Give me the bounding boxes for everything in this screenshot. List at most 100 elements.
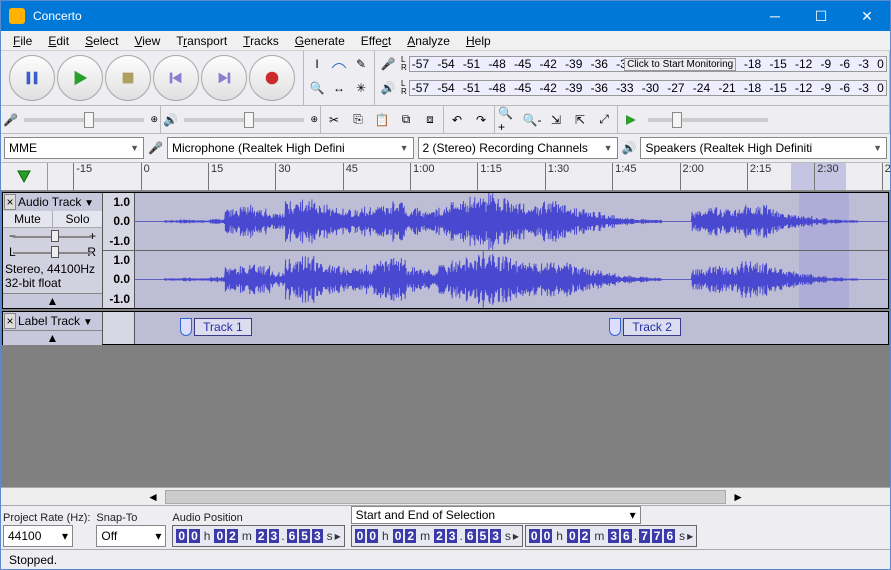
timeline-playhead-icon[interactable] (1, 163, 47, 190)
speaker-icon[interactable]: 🔊 (377, 77, 399, 99)
multi-tool-icon[interactable]: ✳ (350, 77, 372, 99)
silence-icon[interactable]: ⧈ (419, 109, 441, 131)
snap-label: Snap-To (96, 512, 166, 524)
speaker-icon: 🔊 (163, 113, 178, 127)
track-name-dropdown[interactable]: Audio Track ▼ (18, 195, 101, 209)
envelope-tool-icon[interactable] (328, 53, 350, 75)
zoom-in-icon[interactable]: 🔍+ (497, 109, 519, 131)
pause-button[interactable] (9, 55, 55, 101)
maximize-button[interactable]: ☐ (798, 1, 844, 31)
mixer-play-slider: 🔊 ⊕ (161, 106, 321, 133)
selection-bar: Project Rate (Hz): 44100▾ Snap-To Off▾ A… (1, 505, 890, 549)
menu-effect[interactable]: Effect (353, 32, 399, 50)
status-bar: Stopped. (1, 549, 890, 569)
window-title: Concerto (33, 9, 752, 23)
menu-tracks[interactable]: Tracks (235, 32, 287, 50)
meter-lr-label: LR (401, 56, 407, 72)
play-meter[interactable]: -57-54-51-48-45-42-39-36-33-30-27-24-21-… (409, 80, 887, 96)
redo-icon[interactable]: ↷ (470, 109, 492, 131)
zoom-toggle-icon[interactable]: ⤢ (593, 109, 615, 131)
audio-position-box[interactable]: 00 h 02 m 23.653 s▸ (172, 525, 344, 547)
skip-end-button[interactable] (201, 55, 247, 101)
snap-combo[interactable]: Off▾ (96, 525, 166, 547)
track-name-dropdown[interactable]: Label Track ▼ (18, 314, 101, 328)
output-device-combo[interactable]: Speakers (Realtek High Definiti▼ (640, 137, 887, 159)
menu-generate[interactable]: Generate (287, 32, 353, 50)
meter-start-hint[interactable]: Click to Start Monitoring (624, 58, 736, 71)
timeline[interactable]: -1501530451:001:151:301:452:002:152:302:… (1, 163, 890, 191)
vertical-scale: 1.00.0-1.0 (103, 251, 135, 308)
play-button[interactable] (57, 55, 103, 101)
selection-start-box[interactable]: 00 h 02 m 23.653 s▸ (351, 525, 523, 547)
record-meter[interactable]: -57-54-51-48-45-42-39-36-33-30-27-24-21-… (409, 56, 887, 72)
close-button[interactable]: ✕ (844, 1, 890, 31)
timeline-ruler[interactable]: -1501530451:001:151:301:452:002:152:302:… (47, 163, 890, 190)
play-vol-slider[interactable] (184, 118, 305, 122)
selection-end-box[interactable]: 00 h 02 m 36.776 s▸ (525, 525, 697, 547)
horizontal-scrollbar[interactable]: ◄► (1, 487, 890, 505)
label-marker[interactable]: Track 1 (180, 318, 252, 336)
record-meter-toolbar: 🎤 LR -57-54-51-48-45-42-39-36-33-30-27-2… (375, 51, 890, 105)
track-collapse-button[interactable]: ▲ (3, 330, 102, 345)
menu-analyze[interactable]: Analyze (399, 32, 458, 50)
mic-icon: 🎤 (148, 141, 163, 155)
channels-combo[interactable]: 2 (Stereo) Recording Channels▼ (418, 137, 618, 159)
track-close-button[interactable]: × (4, 194, 16, 210)
wave-right-channel[interactable]: 1.00.0-1.0 (103, 251, 888, 308)
menu-select[interactable]: Select (77, 32, 126, 50)
toolbar-row-2: 🎤 ⊕ 🔊 ⊕ ✂ ⎘ 📋 ⧉ ⧈ ↶ ↷ 🔍+ 🔍- ⇲ ⇱ ⤢ (1, 106, 890, 134)
label-track-panel: ×Label Track ▼ ▲ (3, 312, 103, 344)
menu-view[interactable]: View (126, 32, 168, 50)
meter-lr-label: LR (401, 80, 407, 96)
project-rate-combo[interactable]: 44100▾ (3, 525, 73, 547)
zoom-tool-icon[interactable]: 🔍 (306, 77, 328, 99)
paste-icon[interactable]: 📋 (371, 109, 393, 131)
mic-icon[interactable]: 🎤 (377, 53, 399, 75)
zoom-sel-icon[interactable]: ⇲ (545, 109, 567, 131)
record-button[interactable] (249, 55, 295, 101)
mic-icon: 🎤 (3, 113, 18, 127)
undo-icon[interactable]: ↶ (446, 109, 468, 131)
draw-tool-icon[interactable]: ✎ (350, 53, 372, 75)
skip-start-button[interactable] (153, 55, 199, 101)
play-speed-icon[interactable] (620, 109, 642, 131)
track-info: Stereo, 44100Hz32-bit float (3, 260, 102, 293)
zoom-fit-icon[interactable]: ⇱ (569, 109, 591, 131)
menu-file[interactable]: File (5, 32, 40, 50)
speed-slider[interactable] (648, 118, 768, 122)
mute-button[interactable]: Mute (3, 211, 53, 227)
gain-slider[interactable]: −+ (3, 228, 102, 244)
titlebar[interactable]: Concerto ─ ☐ ✕ (1, 1, 890, 31)
copy-icon[interactable]: ⎘ (347, 109, 369, 131)
menu-edit[interactable]: Edit (40, 32, 77, 50)
rec-vol-slider[interactable] (24, 118, 145, 122)
input-device-combo[interactable]: Microphone (Realtek High Defini▼ (167, 137, 414, 159)
timeshift-tool-icon[interactable]: ↔ (328, 77, 350, 99)
track-collapse-button[interactable]: ▲ (3, 293, 102, 308)
wave-left-channel[interactable]: 1.00.0-1.0 (103, 193, 888, 251)
host-combo[interactable]: MME▼ (4, 137, 144, 159)
undo-toolbar: ↶ ↷ (444, 106, 495, 133)
menu-help[interactable]: Help (458, 32, 499, 50)
selection-range-combo[interactable]: Start and End of Selection▾ (351, 506, 641, 524)
pan-slider[interactable]: LR (3, 244, 102, 260)
track-close-button[interactable]: × (4, 313, 16, 329)
minimize-button[interactable]: ─ (752, 1, 798, 31)
app-icon (9, 8, 25, 24)
stop-button[interactable] (105, 55, 151, 101)
label-body[interactable]: Track 1 Track 2 (135, 312, 888, 344)
label-track: ×Label Track ▼ ▲ Track 1 Track 2 (2, 311, 889, 345)
solo-button[interactable]: Solo (53, 211, 102, 227)
menubar: File Edit Select View Transport Tracks G… (1, 31, 890, 51)
menu-transport[interactable]: Transport (168, 32, 235, 50)
edit-toolbar: ✂ ⎘ 📋 ⧉ ⧈ (321, 106, 444, 133)
trim-icon[interactable]: ⧉ (395, 109, 417, 131)
selection-tool-icon[interactable]: I (306, 53, 328, 75)
transport-toolbar (1, 51, 304, 105)
cut-icon[interactable]: ✂ (323, 109, 345, 131)
zoom-out-icon[interactable]: 🔍- (521, 109, 543, 131)
track-area: × Audio Track ▼ Mute Solo −+ LR Stereo, … (1, 191, 890, 487)
audio-position-label: Audio Position (172, 512, 344, 524)
label-marker[interactable]: Track 2 (609, 318, 681, 336)
zoom-toolbar: 🔍+ 🔍- ⇲ ⇱ ⤢ (495, 106, 618, 133)
